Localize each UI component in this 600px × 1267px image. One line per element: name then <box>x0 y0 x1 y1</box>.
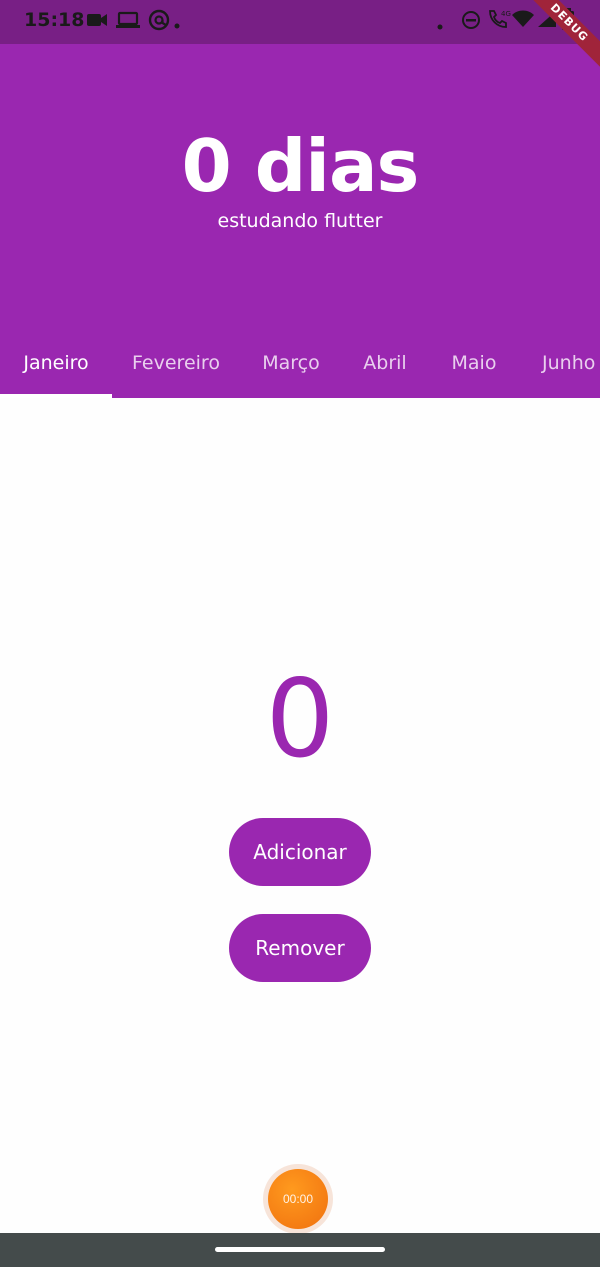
remove-button[interactable]: Remover <box>229 914 371 982</box>
navigation-bar <box>0 1233 600 1267</box>
app-screen: 15:18 4G 0 dias estudando flutter Janeir… <box>0 0 600 1267</box>
timer-label: 00:00 <box>282 1192 314 1206</box>
wifi-calling-icon: 4G <box>487 8 511 35</box>
at-sign-icon <box>148 9 170 36</box>
tab-maio[interactable]: Maio <box>440 328 508 398</box>
tab-janeiro[interactable]: Janeiro <box>0 328 112 398</box>
add-button[interactable]: Adicionar <box>229 818 371 886</box>
do-not-disturb-icon <box>461 10 481 35</box>
laptop-icon <box>116 11 140 34</box>
network-label: 4G <box>501 10 511 18</box>
dot-icon <box>437 17 443 35</box>
page-subtitle: estudando flutter <box>217 210 383 232</box>
timer-bubble[interactable]: 00:00 <box>268 1169 328 1229</box>
day-counter: 0 <box>265 657 335 782</box>
tab-marco[interactable]: Março <box>250 328 332 398</box>
status-time: 15:18 <box>24 9 85 31</box>
status-bar: 15:18 4G <box>0 0 600 44</box>
tab-junho[interactable]: Junho <box>532 328 600 398</box>
dot-icon <box>174 16 180 34</box>
month-tabs: Janeiro Fevereiro Março Abril Maio Junho <box>0 328 600 398</box>
tab-abril[interactable]: Abril <box>352 328 418 398</box>
app-header: 0 dias estudando flutter Janeiro Feverei… <box>0 44 600 398</box>
tab-indicator <box>0 394 112 398</box>
tab-fevereiro[interactable]: Fevereiro <box>118 328 234 398</box>
video-camera-icon <box>86 11 108 34</box>
home-gesture-handle[interactable] <box>215 1247 385 1252</box>
wifi-icon <box>512 10 534 33</box>
page-title: 0 dias <box>181 124 420 208</box>
